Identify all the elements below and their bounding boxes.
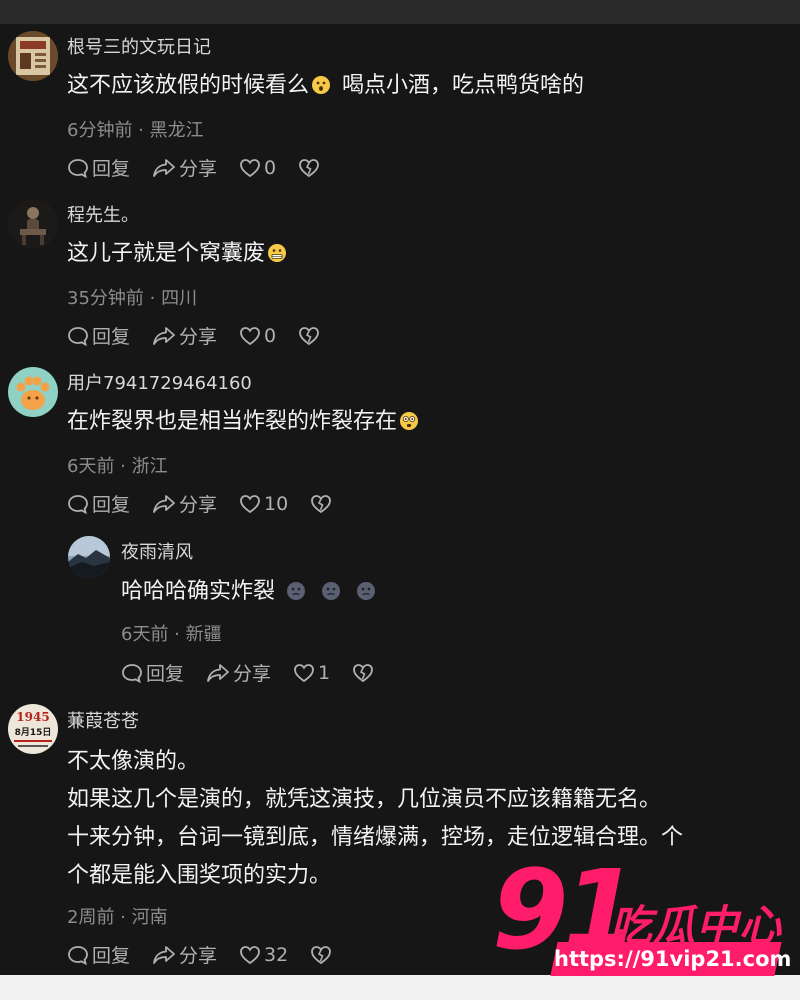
watermark-url: https://91vip21.com	[554, 947, 792, 971]
username[interactable]: 用户7941729464160	[67, 369, 252, 395]
reply-button[interactable]: 回复	[67, 490, 130, 517]
heart-icon	[240, 945, 260, 964]
watermark-url-badge: https://91vip21.com	[550, 942, 792, 976]
action-bar: 回复 分享 0	[67, 322, 345, 349]
comment-icon	[68, 945, 88, 965]
heart-icon	[240, 326, 260, 345]
like-count: 0	[264, 156, 277, 179]
like-button[interactable]: 10	[239, 493, 288, 515]
comment-text-part: 这不应该放假的时候看么	[67, 73, 310, 98]
like-count: 1	[318, 661, 331, 684]
avatar[interactable]	[8, 367, 58, 417]
dark-face-emoji-icon	[322, 582, 341, 600]
action-bar: 回复 分享 32	[67, 941, 357, 968]
share-icon	[153, 158, 175, 177]
comment-meta: 35分钟前 · 四川	[67, 288, 198, 309]
top-bar	[0, 0, 800, 24]
comment-text-part: 喝点小酒，吃点鸭货啥的	[342, 73, 585, 98]
share-icon	[153, 945, 175, 964]
comment-text-line: 个都是能入围奖项的实力。	[67, 863, 332, 888]
dislike-button[interactable]	[310, 493, 335, 515]
comment-meta: 2周前 · 河南	[67, 907, 168, 928]
dislike-button[interactable]	[298, 325, 323, 347]
watermark: 91 吃瓜中心 https://91vip21.com	[492, 850, 792, 980]
reply-label: 回复	[92, 158, 131, 180]
comment-icon	[68, 494, 88, 514]
share-button[interactable]: 分享	[152, 941, 217, 968]
grimace-emoji-icon	[268, 244, 287, 262]
reply-label: 回复	[146, 663, 185, 685]
comment-text: 这不应该放假的时候看么 喝点小酒，吃点鸭货啥的	[67, 67, 584, 105]
shocked-emoji-icon	[400, 412, 419, 430]
share-icon	[207, 663, 229, 682]
dislike-button[interactable]	[310, 944, 335, 966]
comment-text-line: 不太像演的。	[67, 749, 200, 774]
comment-text-part: 这儿子就是个窝囊废	[67, 241, 266, 266]
like-button[interactable]: 32	[239, 944, 288, 966]
avatar[interactable]	[8, 31, 58, 81]
like-count: 0	[264, 324, 277, 347]
reply-button[interactable]: 回复	[67, 322, 130, 349]
like-count: 10	[264, 492, 289, 515]
comment-meta: 6天前 · 新疆	[121, 624, 222, 645]
like-button[interactable]: 0	[239, 325, 276, 347]
broken-heart-icon	[353, 663, 374, 682]
heart-icon	[240, 158, 260, 177]
username[interactable]: 蒹葭苍苍	[67, 707, 139, 733]
share-icon	[153, 326, 175, 345]
reply-button[interactable]: 回复	[67, 941, 130, 968]
comment-icon	[122, 663, 142, 683]
dislike-button[interactable]	[298, 157, 323, 179]
heart-icon	[294, 663, 314, 682]
share-button[interactable]: 分享	[152, 322, 217, 349]
like-button[interactable]: 0	[239, 157, 276, 179]
username[interactable]: 夜雨清风	[121, 538, 193, 564]
dark-face-emoji-icon	[287, 582, 306, 600]
action-bar: 回复 分享 1	[121, 659, 399, 686]
broken-heart-icon	[299, 158, 320, 177]
share-button[interactable]: 分享	[152, 154, 217, 181]
comment-meta: 6天前 · 浙江	[67, 456, 168, 477]
reply-label: 回复	[92, 945, 131, 967]
reply-button[interactable]: 回复	[121, 659, 184, 686]
username[interactable]: 程先生。	[67, 201, 139, 227]
comment-text: 在炸裂界也是相当炸裂的炸裂存在	[67, 403, 419, 441]
like-button[interactable]: 1	[293, 662, 330, 684]
surprised-emoji-icon	[312, 76, 331, 94]
share-button[interactable]: 分享	[206, 659, 271, 686]
share-label: 分享	[179, 326, 218, 348]
broken-heart-icon	[311, 494, 332, 513]
dark-face-emoji-icon	[357, 582, 376, 600]
comment-text-part: 在炸裂界也是相当炸裂的炸裂存在	[67, 409, 398, 434]
broken-heart-icon	[311, 945, 332, 964]
share-icon	[153, 494, 175, 513]
reply-button[interactable]: 回复	[67, 154, 130, 181]
reply-label: 回复	[92, 326, 131, 348]
comment-meta: 6分钟前 · 黑龙江	[67, 120, 204, 141]
share-button[interactable]: 分享	[152, 490, 217, 517]
action-bar: 回复 分享 10	[67, 490, 357, 517]
comment-text-line: 如果这几个是演的，就凭这演技，几位演员不应该籍籍无名。	[67, 787, 662, 812]
share-label: 分享	[179, 494, 218, 516]
username[interactable]: 根号三的文玩日记	[67, 33, 211, 59]
avatar[interactable]	[8, 199, 58, 249]
avatar[interactable]: 1945 8月15日	[8, 704, 58, 754]
avatar-year: 1945	[16, 710, 49, 724]
avatar[interactable]	[68, 536, 110, 578]
comment-icon	[68, 158, 88, 178]
heart-icon	[240, 494, 260, 513]
comment-text: 这儿子就是个窝囊废	[67, 235, 287, 273]
comment-icon	[68, 326, 88, 346]
like-count: 32	[264, 943, 289, 966]
action-bar: 回复 分享 0	[67, 154, 345, 181]
comment-text: 哈哈哈确实炸裂	[121, 573, 376, 611]
share-label: 分享	[179, 945, 218, 967]
dislike-button[interactable]	[352, 662, 377, 684]
avatar-date: 8月15日	[15, 727, 52, 738]
share-label: 分享	[233, 663, 272, 685]
reply-label: 回复	[92, 494, 131, 516]
comment-text-part: 哈哈哈确实炸裂	[121, 579, 276, 604]
share-label: 分享	[179, 158, 218, 180]
broken-heart-icon	[299, 326, 320, 345]
